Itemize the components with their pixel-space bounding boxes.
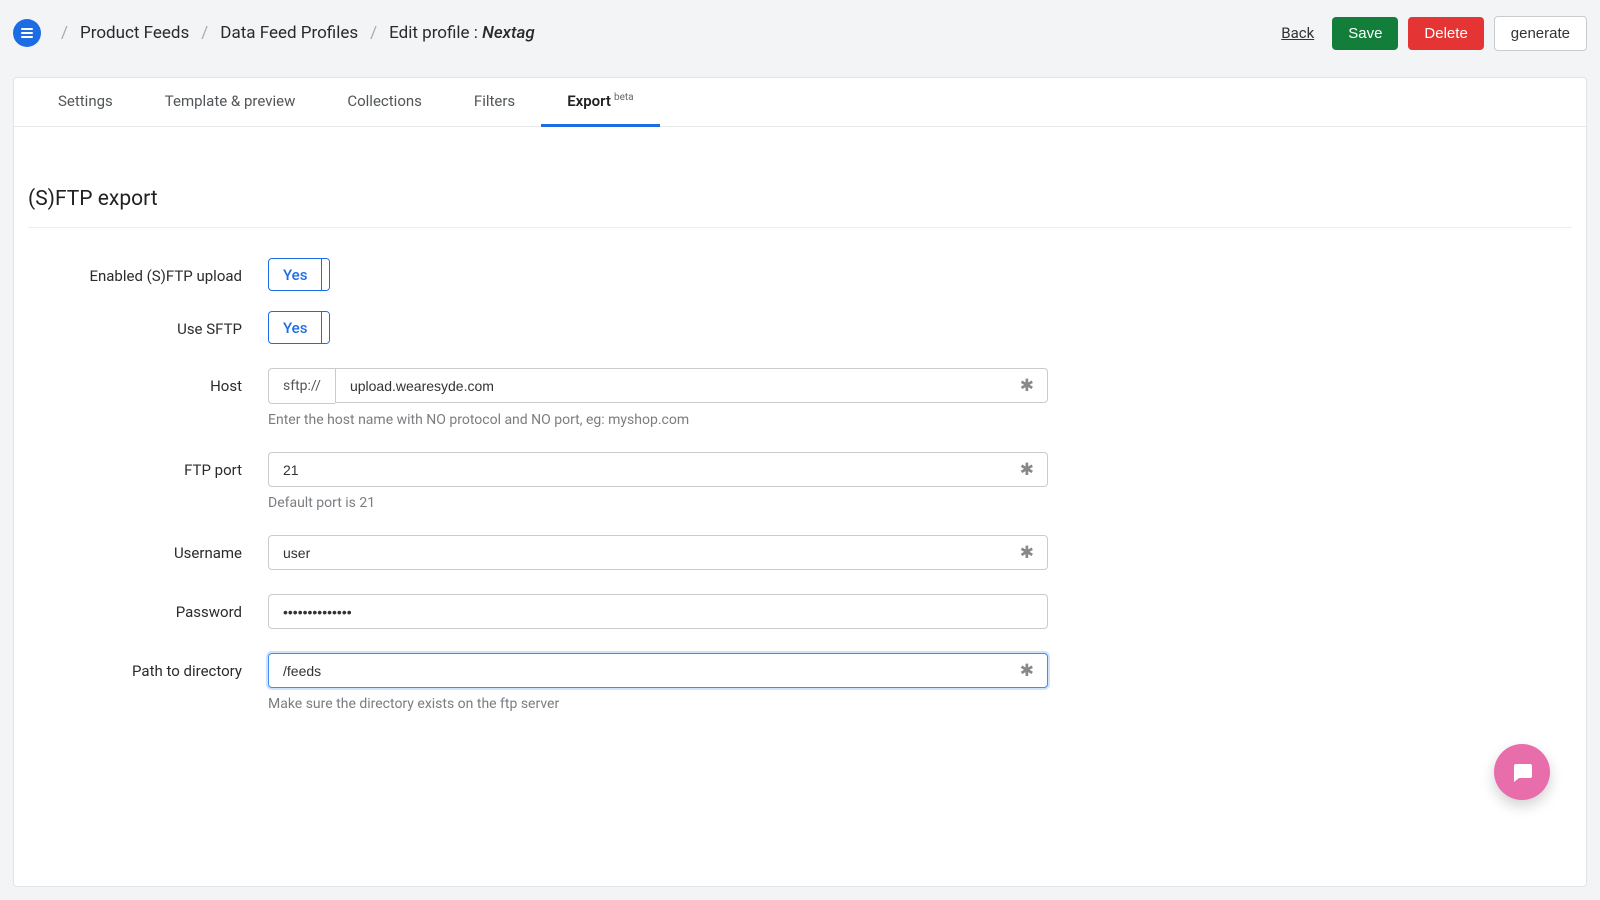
row-password: Password <box>18 594 1582 629</box>
tab-template-preview[interactable]: Template & preview <box>139 78 322 126</box>
chat-icon <box>1510 760 1534 784</box>
row-username: Username ✱ <box>18 535 1582 570</box>
row-path: Path to directory ✱ Make sure the direct… <box>18 653 1582 712</box>
breadcrumb-item-data-feed-profiles[interactable]: Data Feed Profiles <box>220 23 358 43</box>
path-helper: Make sure the directory exists on the ft… <box>268 696 1068 712</box>
back-link[interactable]: Back <box>1281 24 1314 42</box>
tab-export-label: Export <box>567 92 611 110</box>
breadcrumb-sep: / <box>370 23 377 43</box>
breadcrumb-item-product-feeds[interactable]: Product Feeds <box>80 23 189 43</box>
tab-settings[interactable]: Settings <box>32 78 139 126</box>
label-username: Username <box>18 535 268 562</box>
row-host: Host sftp:// ✱ Enter the host name with … <box>18 368 1582 428</box>
main-card: Settings Template & preview Collections … <box>13 77 1587 887</box>
generate-button[interactable]: generate <box>1494 16 1587 51</box>
tab-export-badge: beta <box>614 92 634 103</box>
section-divider <box>28 227 1572 228</box>
breadcrumb-current-value: Nextag <box>482 23 535 43</box>
delete-button[interactable]: Delete <box>1408 17 1483 50</box>
label-enabled: Enabled (S)FTP upload <box>18 258 268 285</box>
label-host: Host <box>18 368 268 395</box>
password-input[interactable] <box>268 594 1048 629</box>
username-input[interactable] <box>268 535 1048 570</box>
tab-collections[interactable]: Collections <box>321 78 448 126</box>
label-password: Password <box>18 594 268 621</box>
row-port: FTP port ✱ Default port is 21 <box>18 452 1582 511</box>
save-button[interactable]: Save <box>1332 17 1398 50</box>
toggle-handle <box>321 312 329 343</box>
label-path: Path to directory <box>18 653 268 680</box>
toggle-use-sftp-value: Yes <box>269 319 321 337</box>
breadcrumb: / Product Feeds / Data Feed Profiles / E… <box>61 23 535 43</box>
host-group: sftp:// ✱ <box>268 368 1048 404</box>
header-left: / Product Feeds / Data Feed Profiles / E… <box>13 19 535 47</box>
row-use-sftp: Use SFTP Yes <box>18 311 1582 344</box>
path-input[interactable] <box>268 653 1048 688</box>
header: / Product Feeds / Data Feed Profiles / E… <box>13 13 1587 53</box>
section-title: (S)FTP export <box>28 187 1572 227</box>
tabs: Settings Template & preview Collections … <box>14 78 1586 127</box>
row-enabled: Enabled (S)FTP upload Yes <box>18 258 1582 291</box>
toggle-enabled[interactable]: Yes <box>268 258 330 291</box>
breadcrumb-current: Edit profile : Nextag <box>389 23 535 43</box>
toggle-handle <box>321 259 329 290</box>
toggle-use-sftp[interactable]: Yes <box>268 311 330 344</box>
label-port: FTP port <box>18 452 268 479</box>
port-helper: Default port is 21 <box>268 495 1068 511</box>
host-helper: Enter the host name with NO protocol and… <box>268 412 1068 428</box>
breadcrumb-sep: / <box>61 23 68 43</box>
port-input[interactable] <box>268 452 1048 487</box>
tab-filters[interactable]: Filters <box>448 78 541 126</box>
host-prefix: sftp:// <box>268 368 335 404</box>
tab-export[interactable]: Exportbeta <box>541 78 659 127</box>
label-use-sftp: Use SFTP <box>18 311 268 338</box>
help-fab[interactable] <box>1494 744 1550 800</box>
menu-icon[interactable] <box>13 19 41 47</box>
section-sftp-export: (S)FTP export Enabled (S)FTP upload Yes … <box>14 127 1586 712</box>
breadcrumb-current-label: Edit profile : <box>389 23 482 43</box>
host-input[interactable] <box>335 368 1048 403</box>
toggle-enabled-value: Yes <box>269 266 321 284</box>
breadcrumb-sep: / <box>201 23 208 43</box>
header-right: Back Save Delete generate <box>1281 16 1587 51</box>
